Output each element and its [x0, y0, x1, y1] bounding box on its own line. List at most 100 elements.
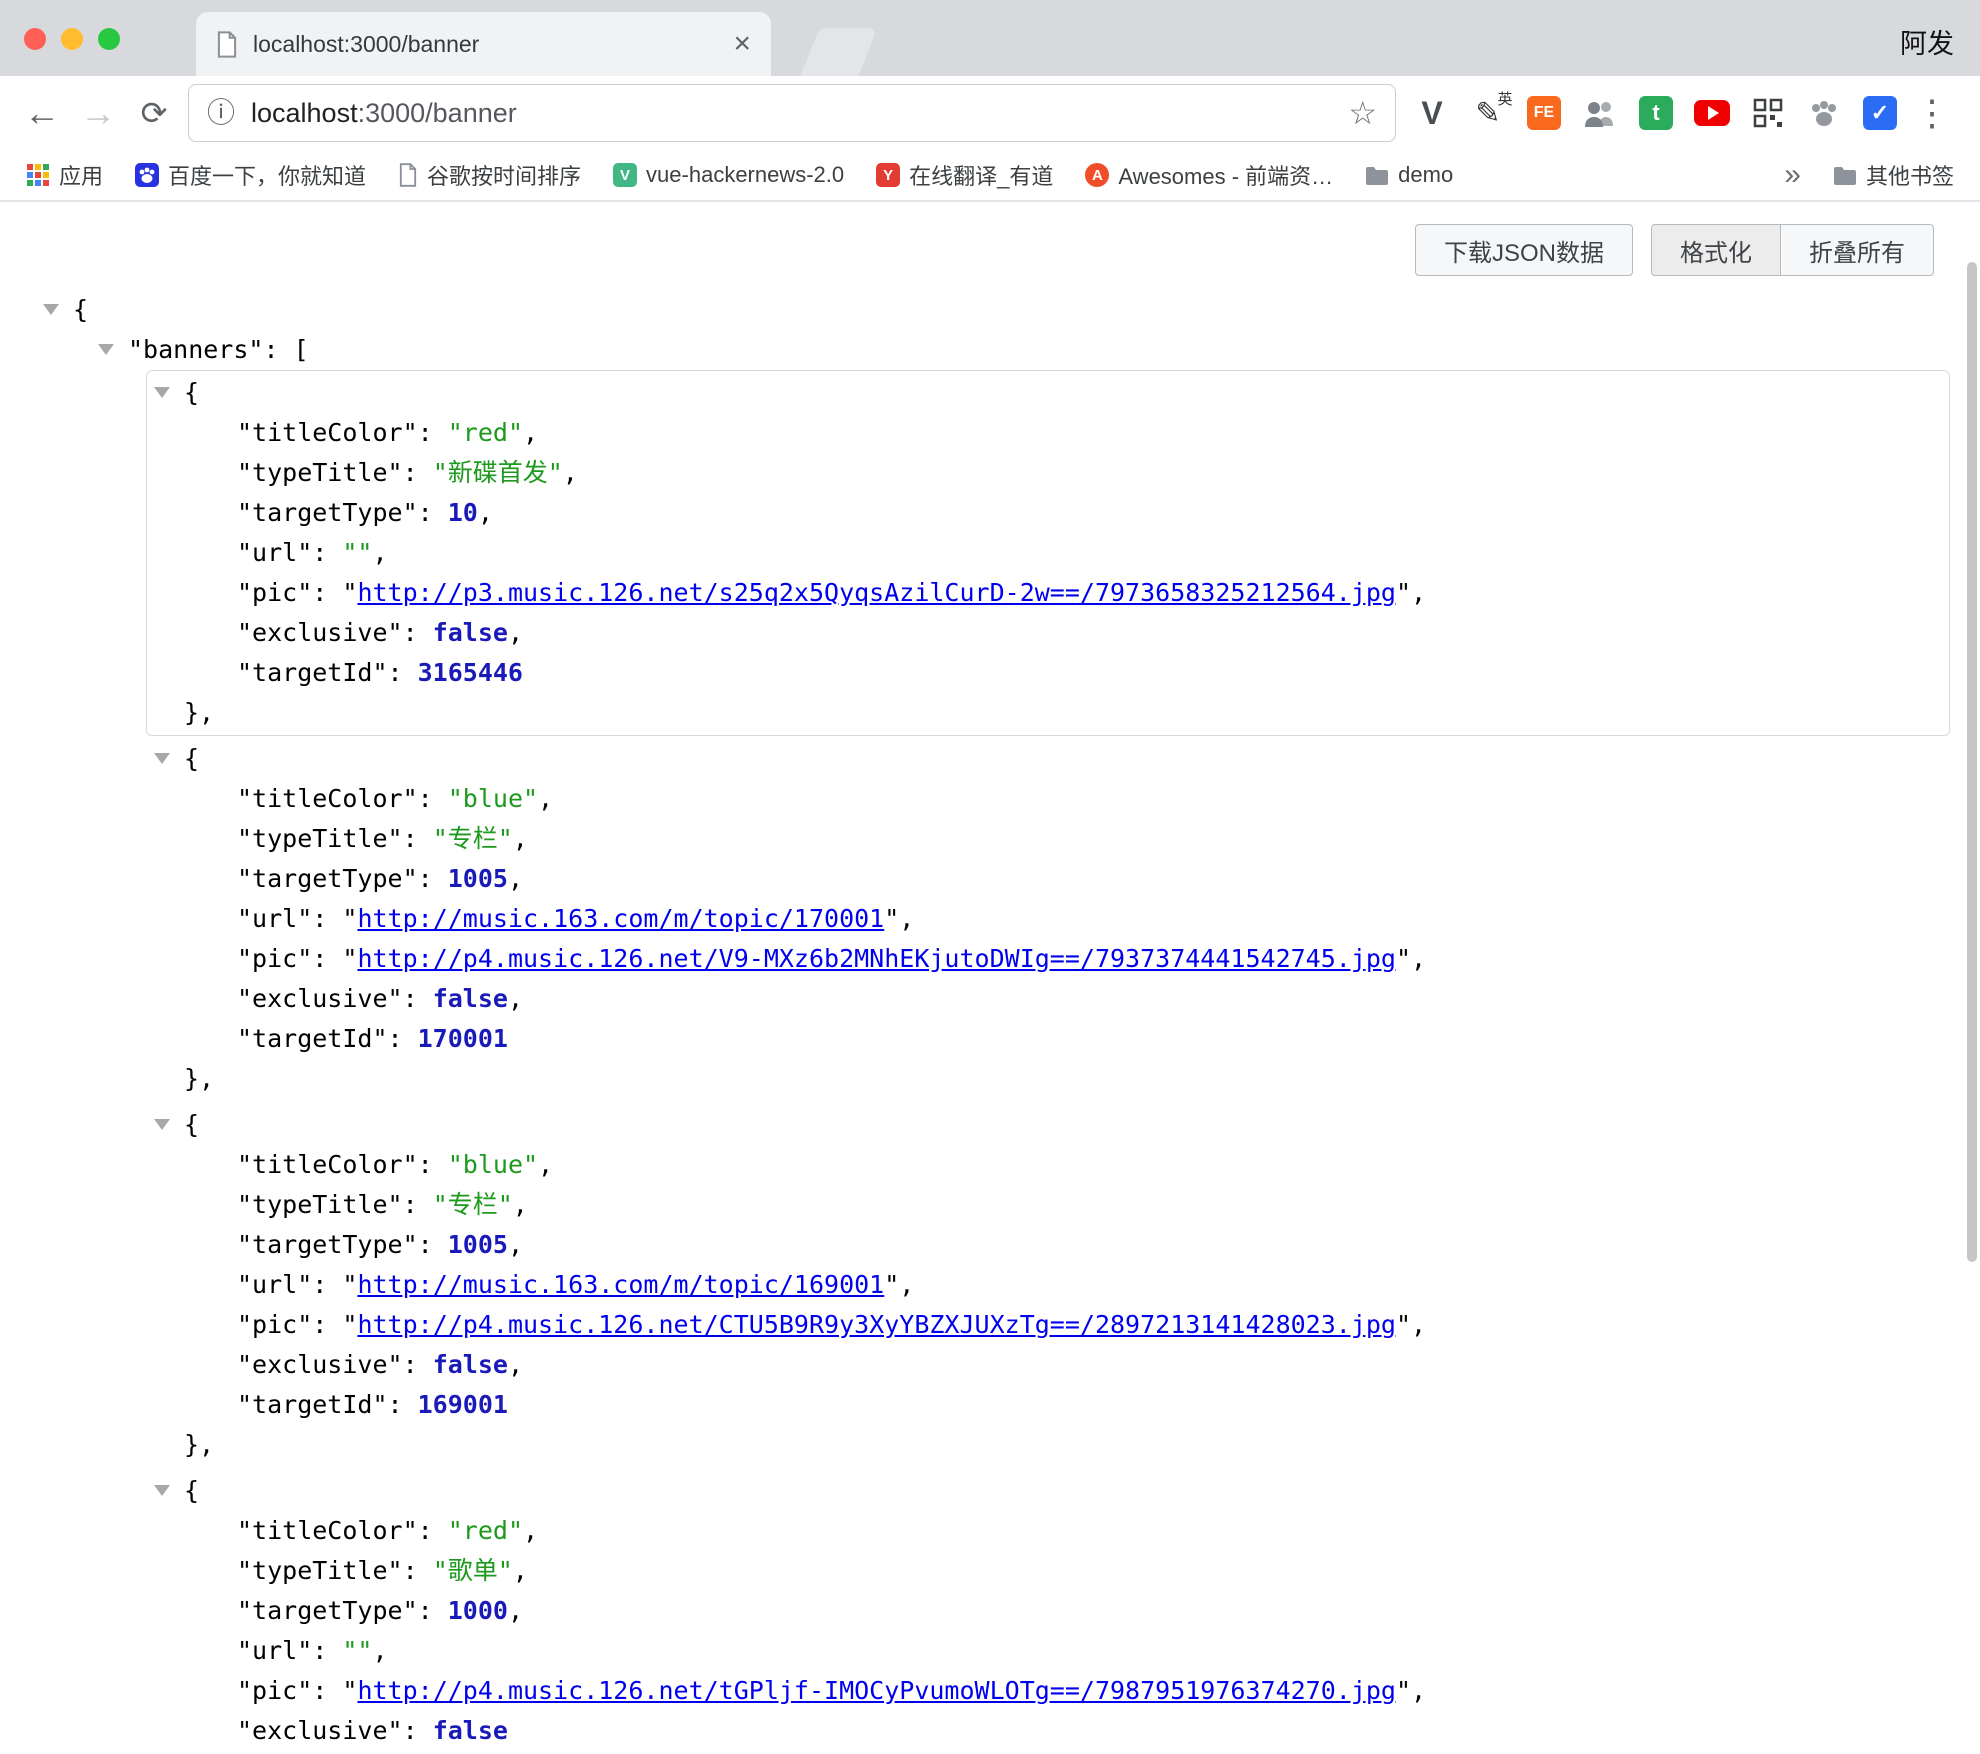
json-colon: : — [312, 904, 342, 933]
bookmark-baidu[interactable]: 百度一下，你就知道 — [135, 159, 366, 191]
json-url-link[interactable]: http://p4.music.126.net/V9-MXz6b2MNhEKju… — [357, 944, 1396, 973]
youdao-dict-extension-icon[interactable]: ✎英 — [1468, 93, 1508, 133]
json-colon: : — [418, 418, 448, 447]
json-key: "pic" — [237, 1676, 312, 1705]
collapse-toggle-icon[interactable] — [154, 387, 170, 398]
vimium-extension-icon[interactable]: V — [1412, 93, 1452, 133]
fe-extension-icon[interactable]: FE — [1524, 93, 1564, 133]
json-key: "targetId" — [237, 1024, 388, 1053]
scrollbar-thumb[interactable] — [1967, 262, 1977, 1262]
json-key: "banners" — [128, 335, 263, 364]
json-line: }, — [147, 693, 1949, 733]
page-info-icon[interactable]: ⓘ — [207, 99, 235, 127]
bookmarks-overflow-icon[interactable]: » — [1784, 160, 1801, 190]
json-colon: : — [388, 658, 418, 687]
bookmark-star-icon[interactable]: ☆ — [1348, 97, 1377, 129]
json-line: "exclusive": false, — [147, 1345, 1949, 1385]
profile-name[interactable]: 阿发 — [1900, 22, 1954, 61]
format-button[interactable]: 格式化 — [1651, 224, 1781, 276]
json-line: "targetType": 1005, — [147, 859, 1949, 899]
bookmark-youdao-translate[interactable]: Y 在线翻译_有道 — [876, 159, 1053, 191]
vue-icon: V — [613, 163, 637, 187]
json-quote: " — [1396, 944, 1411, 973]
json-colon: : — [312, 944, 342, 973]
json-key: "url" — [237, 904, 312, 933]
download-json-button[interactable]: 下载JSON数据 — [1415, 224, 1633, 276]
json-url-link[interactable]: http://p3.music.126.net/s25q2x5QyqsAzilC… — [357, 578, 1396, 607]
collapse-toggle-icon[interactable] — [154, 753, 170, 764]
address-bar[interactable]: ⓘ localhost:3000/banner ☆ — [188, 84, 1396, 142]
blue-check-extension-icon[interactable]: ✓ — [1860, 93, 1900, 133]
json-colon: : — [403, 458, 433, 487]
json-bracket: [ — [294, 335, 309, 364]
tab-strip: localhost:3000/banner × 阿发 — [0, 0, 1980, 76]
json-key: "targetType" — [237, 864, 418, 893]
json-key: "titleColor" — [237, 1150, 418, 1179]
json-key: "exclusive" — [237, 618, 403, 647]
bookmark-apps[interactable]: 应用 — [26, 159, 103, 191]
youtube-extension-icon[interactable] — [1692, 93, 1732, 133]
json-url-link[interactable]: http://p4.music.126.net/tGPljf-IMOCyPvum… — [357, 1676, 1396, 1705]
json-viewer: { "banners": [ {"titleColor": "red","typeT… — [0, 290, 1980, 1752]
json-string: "" — [342, 538, 372, 567]
json-array-item: {"titleColor": "red","typeTitle": "歌单","… — [146, 1468, 1950, 1752]
json-key: "url" — [237, 1636, 312, 1665]
json-literal: 1005 — [448, 864, 508, 893]
json-url-link[interactable]: http://p4.music.126.net/CTU5B9R9y3XyYBZX… — [357, 1310, 1396, 1339]
json-literal: 169001 — [418, 1390, 508, 1419]
collapse-toggle-icon[interactable] — [43, 304, 59, 315]
json-colon: : — [263, 335, 293, 364]
browser-menu-icon[interactable]: ⋮ — [1912, 95, 1952, 131]
paw-extension-icon[interactable] — [1804, 93, 1844, 133]
json-colon: : — [418, 1516, 448, 1545]
json-literal: 1000 — [448, 1596, 508, 1625]
collapse-toggle-icon[interactable] — [98, 344, 114, 355]
json-colon: : — [403, 984, 433, 1013]
window-minimize-button[interactable] — [61, 28, 83, 50]
window-close-button[interactable] — [24, 28, 46, 50]
json-key: "url" — [237, 538, 312, 567]
collapse-toggle-icon[interactable] — [154, 1119, 170, 1130]
bookmark-folder-demo[interactable]: demo — [1365, 162, 1453, 188]
json-colon: : — [403, 824, 433, 853]
json-url-link[interactable]: http://music.163.com/m/topic/170001 — [357, 904, 884, 933]
bookmark-vue-hackernews[interactable]: V vue-hackernews-2.0 — [613, 162, 844, 188]
json-line: "pic": "http://p4.music.126.net/CTU5B9R9… — [147, 1305, 1949, 1345]
collapse-all-button[interactable]: 折叠所有 — [1780, 224, 1934, 276]
json-string: "red" — [448, 418, 523, 447]
json-colon: : — [312, 538, 342, 567]
json-brace: { — [184, 378, 199, 407]
json-url-link[interactable]: http://music.163.com/m/topic/169001 — [357, 1270, 884, 1299]
reload-icon[interactable]: ⟳ — [126, 97, 182, 129]
url-text[interactable]: localhost:3000/banner — [251, 98, 1348, 129]
json-literal: 3165446 — [418, 658, 523, 687]
json-quote: " — [342, 1676, 357, 1705]
new-tab-button[interactable] — [800, 28, 877, 76]
json-colon: : — [418, 1150, 448, 1179]
paw-icon — [1808, 98, 1840, 128]
json-key: "titleColor" — [237, 1516, 418, 1545]
bookmark-awesomes[interactable]: A Awesomes - 前端资… — [1085, 159, 1333, 191]
browser-tab[interactable]: localhost:3000/banner × — [196, 12, 771, 76]
json-line: "typeTitle": "专栏", — [147, 819, 1949, 859]
bookmark-google-sort[interactable]: 谷歌按时间排序 — [398, 159, 581, 191]
json-line: "url": "", — [147, 1631, 1949, 1671]
collapse-toggle-icon[interactable] — [154, 1485, 170, 1496]
json-line: "titleColor": "blue", — [147, 779, 1949, 819]
json-quote: " — [1396, 1676, 1411, 1705]
bookmark-folder-others[interactable]: 其他书签 — [1833, 159, 1954, 191]
org-people-extension-icon[interactable] — [1580, 93, 1620, 133]
window-zoom-button[interactable] — [98, 28, 120, 50]
json-comma: , — [478, 498, 493, 527]
tab-title: localhost:3000/banner — [253, 31, 721, 58]
back-icon[interactable]: ← — [14, 95, 70, 131]
json-quote: " — [342, 1270, 357, 1299]
qr-code-extension-icon[interactable] — [1748, 93, 1788, 133]
forward-icon[interactable]: → — [70, 95, 126, 131]
json-line: "targetId": 169001 — [147, 1385, 1949, 1425]
tab-close-icon[interactable]: × — [733, 29, 751, 59]
json-line: "typeTitle": "专栏", — [147, 1185, 1949, 1225]
json-line: }, — [147, 1425, 1949, 1465]
json-string: "专栏" — [433, 1190, 513, 1219]
tampermonkey-extension-icon[interactable]: t — [1636, 93, 1676, 133]
